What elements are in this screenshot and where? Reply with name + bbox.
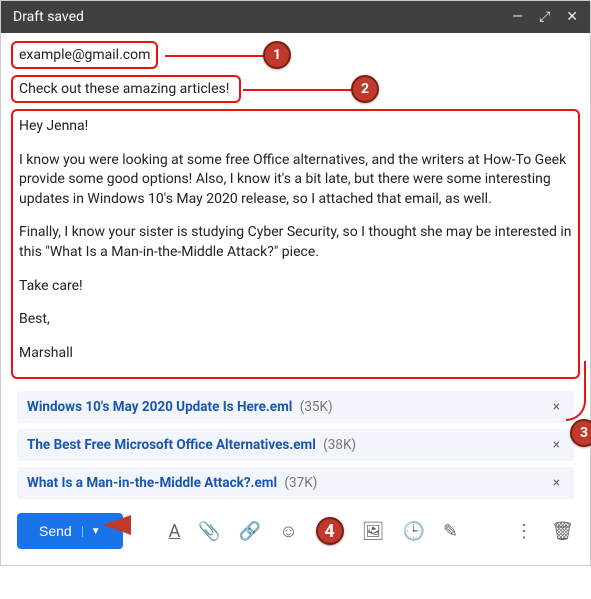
send-options-icon[interactable]: ▼ — [82, 526, 101, 537]
attachment-remove-icon[interactable]: × — [549, 475, 564, 491]
more-options-icon[interactable]: ⋮ — [515, 521, 533, 542]
callout-1: 1 — [263, 41, 291, 69]
body-line: I know you were looking at some free Off… — [19, 151, 572, 210]
titlebar: Draft saved ― ⤢ ✕ — [1, 1, 590, 33]
emoji-icon[interactable]: ☺ — [279, 521, 297, 542]
attachment-name: What Is a Man-in-the-Middle Attack?.eml — [27, 475, 277, 491]
callout-3: 3 — [570, 419, 591, 447]
attachment-size: (38K) — [323, 437, 356, 453]
body-line: Marshall — [19, 344, 572, 364]
subject-field[interactable]: Check out these amazing articles! — [11, 75, 241, 103]
attachment-remove-icon[interactable]: × — [549, 437, 564, 453]
format-icon[interactable]: A — [169, 521, 181, 542]
discard-icon[interactable]: 🗑 — [551, 521, 574, 542]
attachments-area: Windows 10's May 2020 Update Is Here.eml… — [11, 391, 580, 499]
attachment-name: Windows 10's May 2020 Update Is Here.eml — [27, 399, 292, 415]
pen-icon[interactable]: ✎ — [443, 521, 458, 542]
format-toolbar: A 📎 🔗 ☺ 4 🖼 🕒 ✎ — [169, 517, 458, 545]
link-icon[interactable]: 🔗 — [239, 521, 261, 542]
image-icon[interactable]: 🖼 — [362, 521, 385, 542]
to-field[interactable]: example@gmail.com — [11, 41, 158, 69]
callout-4: 4 — [316, 517, 344, 545]
attachment-size: (35K) — [300, 399, 333, 415]
compose-footer: Send ▼ A 📎 🔗 ☺ 4 🖼 🕒 ✎ ⋮ 🗑 — [11, 505, 580, 555]
attachment-row[interactable]: What Is a Man-in-the-Middle Attack?.eml … — [17, 467, 574, 499]
attachment-row[interactable]: The Best Free Microsoft Office Alternati… — [17, 429, 574, 461]
close-icon[interactable]: ✕ — [566, 9, 578, 25]
attach-icon[interactable]: 📎 — [198, 521, 220, 542]
body-line: Finally, I know your sister is studying … — [19, 223, 572, 262]
attachment-remove-icon[interactable]: × — [549, 399, 564, 415]
compose-content: example@gmail.com 1 Check out these amaz… — [1, 33, 590, 565]
send-label: Send — [39, 523, 72, 539]
subject-value: Check out these amazing articles! — [19, 81, 229, 97]
minimize-icon[interactable]: ― — [512, 9, 523, 25]
confidential-icon[interactable]: 🕒 — [402, 521, 424, 542]
attachment-row[interactable]: Windows 10's May 2020 Update Is Here.eml… — [17, 391, 574, 423]
expand-icon[interactable]: ⤢ — [539, 9, 550, 25]
compose-window: Draft saved ― ⤢ ✕ example@gmail.com 1 Ch… — [0, 0, 591, 566]
body-line: Best, — [19, 310, 572, 330]
annotation-arrow-icon — [103, 515, 131, 535]
attachment-size: (37K) — [284, 475, 317, 491]
body-line: Take care! — [19, 277, 572, 297]
window-title: Draft saved — [13, 9, 84, 25]
callout-2: 2 — [351, 75, 379, 103]
to-value: example@gmail.com — [19, 47, 150, 63]
attachment-name: The Best Free Microsoft Office Alternati… — [27, 437, 316, 453]
body-line: Hey Jenna! — [19, 117, 572, 137]
body-field[interactable]: Hey Jenna! I know you were looking at so… — [11, 109, 580, 379]
